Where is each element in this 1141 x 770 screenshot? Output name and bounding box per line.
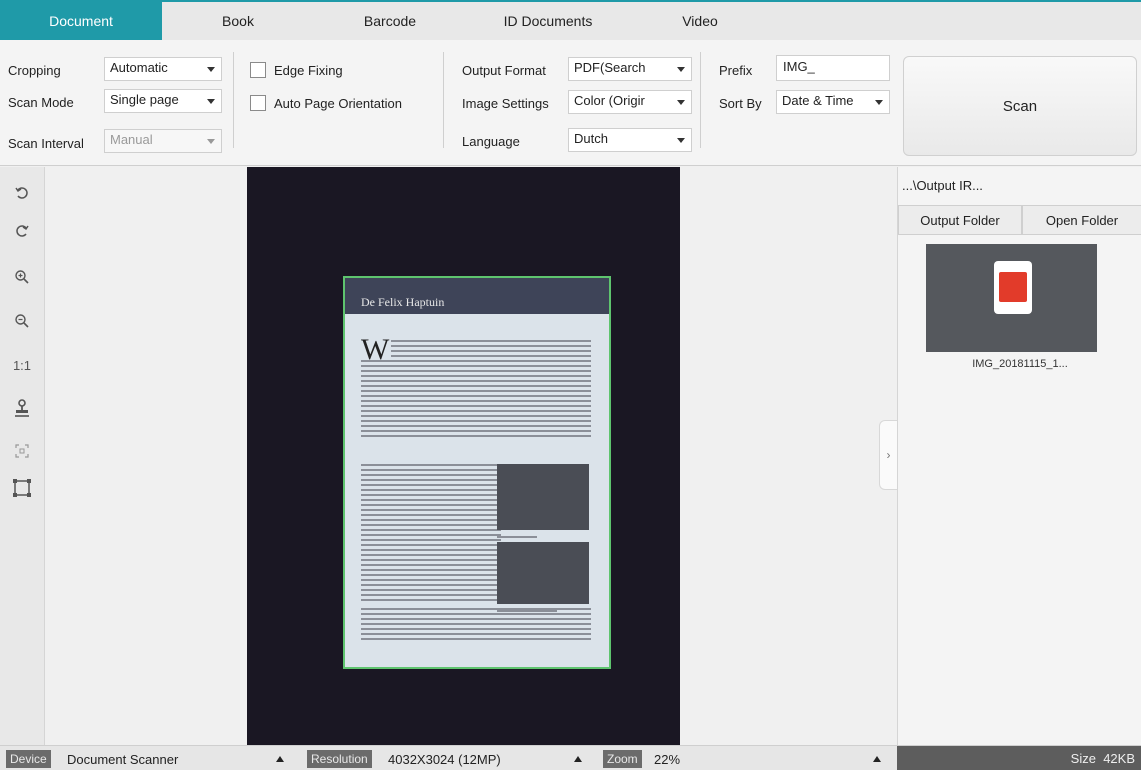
chevron-right-icon: › <box>886 448 891 462</box>
scan-interval-label: Scan Interval <box>8 136 84 151</box>
collapse-panel-button[interactable]: › <box>879 420 897 490</box>
crop-frame-icon[interactable] <box>6 472 38 504</box>
chevron-down-icon <box>207 67 215 72</box>
rotate-right-icon[interactable] <box>6 215 38 247</box>
image-settings-dropdown[interactable]: Color (Origir <box>568 90 692 114</box>
zoom-value: 22% <box>654 752 681 767</box>
output-format-value: PDF(Search <box>574 60 646 75</box>
status-bar: Device Document Scanner Resolution 4032X… <box>0 745 1141 770</box>
size-value: 42KB <box>1103 751 1135 766</box>
output-path: ...\Output IR... <box>902 178 983 193</box>
chevron-down-icon <box>875 100 883 105</box>
page-photo <box>497 464 589 530</box>
auto-orientation-label: Auto Page Orientation <box>274 96 402 111</box>
page-text-block <box>361 608 591 643</box>
resolution-label: Resolution <box>307 750 372 768</box>
sort-by-dropdown[interactable]: Date & Time <box>776 90 890 114</box>
auto-orientation-checkbox[interactable] <box>250 95 266 111</box>
cropping-label: Cropping <box>8 63 61 78</box>
resolution-value: 4032X3024 (12MP) <box>388 752 501 767</box>
output-format-dropdown[interactable]: PDF(Search <box>568 57 692 81</box>
page-text-column <box>361 464 501 604</box>
divider <box>443 52 444 148</box>
scan-mode-value: Single page <box>110 92 179 107</box>
output-format-label: Output Format <box>462 63 546 78</box>
cropping-value: Automatic <box>110 60 168 75</box>
output-folder-button[interactable]: Output Folder <box>898 205 1022 235</box>
resolution-select-arrow-icon[interactable] <box>574 756 582 762</box>
pdf-file-icon <box>994 261 1032 314</box>
device-value: Document Scanner <box>67 752 179 767</box>
scan-button[interactable]: Scan <box>903 56 1137 156</box>
mode-tab-bar: Document Book Barcode ID Documents Video <box>0 0 1141 40</box>
scan-mode-dropdown[interactable]: Single page <box>104 89 222 113</box>
size-label: Size <box>1070 751 1096 766</box>
sort-by-label: Sort By <box>719 96 762 111</box>
divider <box>700 52 701 148</box>
tab-barcode[interactable]: Barcode <box>340 2 440 40</box>
scan-mode-label: Scan Mode <box>8 95 74 110</box>
chevron-down-icon <box>207 139 215 144</box>
open-folder-button[interactable]: Open Folder <box>1022 205 1141 235</box>
edge-fixing-checkbox[interactable] <box>250 62 266 78</box>
stamp-icon[interactable] <box>6 392 38 424</box>
page-photo <box>497 542 589 604</box>
page-photo-caption <box>497 536 537 538</box>
page-text-block <box>361 360 591 440</box>
output-file-thumbnail[interactable] <box>926 244 1097 352</box>
actual-size-label: 1:1 <box>12 357 32 373</box>
device-select-arrow-icon[interactable] <box>276 756 284 762</box>
prefix-label: Prefix <box>719 63 753 78</box>
chevron-down-icon <box>207 99 215 104</box>
page-text-block <box>391 340 591 360</box>
chevron-down-icon <box>677 138 685 143</box>
language-value: Dutch <box>574 131 608 146</box>
settings-toolbar: Cropping Automatic Scan Mode Single page… <box>0 40 1141 166</box>
scan-interval-value: Manual <box>110 132 153 147</box>
prefix-input[interactable]: IMG_ <box>776 55 890 81</box>
image-settings-label: Image Settings <box>462 96 549 111</box>
scan-interval-dropdown[interactable]: Manual <box>104 129 222 153</box>
chevron-down-icon <box>677 100 685 105</box>
page-title: De Felix Haptuin <box>361 295 445 309</box>
tab-book[interactable]: Book <box>198 2 278 40</box>
image-settings-value: Color (Origir <box>574 93 645 108</box>
left-toolbar: 1:1 <box>0 167 45 745</box>
chevron-down-icon <box>677 67 685 72</box>
fit-icon[interactable] <box>6 435 38 467</box>
actual-size-button[interactable]: 1:1 <box>6 349 38 381</box>
tab-video[interactable]: Video <box>660 2 740 40</box>
zoom-select-arrow-icon[interactable] <box>873 756 881 762</box>
output-panel: ...\Output IR... Output Folder Open Fold… <box>897 167 1141 745</box>
zoom-label: Zoom <box>603 750 642 768</box>
tab-document[interactable]: Document <box>0 2 162 40</box>
divider <box>233 52 234 148</box>
device-label: Device <box>6 750 51 768</box>
cropping-dropdown[interactable]: Automatic <box>104 57 222 81</box>
zoom-out-icon[interactable] <box>6 305 38 337</box>
page-header-band: De Felix Haptuin <box>345 278 609 314</box>
detected-document-page[interactable]: De Felix Haptuin W <box>343 276 611 669</box>
sort-by-value: Date & Time <box>782 93 854 108</box>
tab-id-documents[interactable]: ID Documents <box>478 2 618 40</box>
language-dropdown[interactable]: Dutch <box>568 128 692 152</box>
zoom-in-icon[interactable] <box>6 261 38 293</box>
thumbnail-filename: IMG_20181115_1... <box>972 358 1068 370</box>
file-size-box: Size 42KB <box>897 746 1141 770</box>
rotate-left-icon[interactable] <box>6 177 38 209</box>
edge-fixing-label: Edge Fixing <box>274 63 343 78</box>
language-label: Language <box>462 134 520 149</box>
